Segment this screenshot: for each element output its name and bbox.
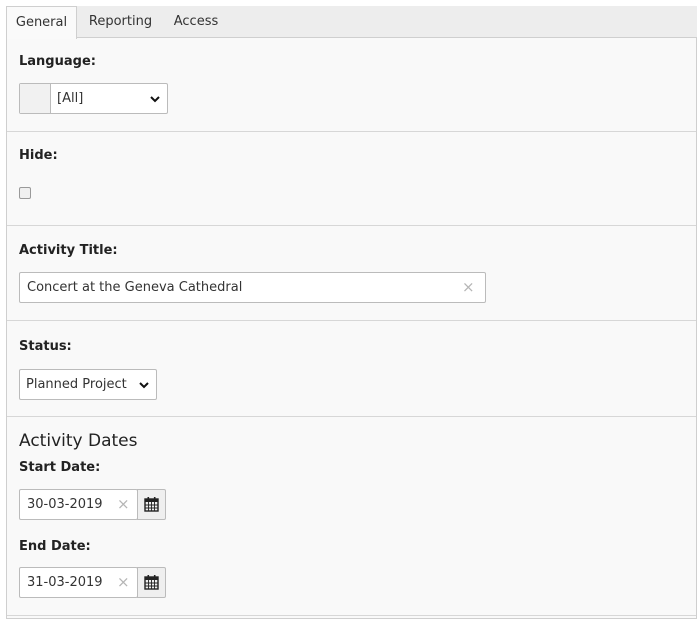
hide-checkbox[interactable] <box>19 187 31 199</box>
end-date-input[interactable]: 31-03-2019 × <box>19 567 138 598</box>
chevron-down-icon <box>150 96 160 103</box>
language-section: Language: [All] <box>7 38 696 132</box>
status-select-value: Planned Project <box>26 377 127 392</box>
end-date-label: End Date: <box>19 539 91 554</box>
start-date-calendar-button[interactable] <box>137 489 166 520</box>
clear-icon[interactable]: × <box>117 568 130 597</box>
status-section: Status: Planned Project <box>7 321 696 417</box>
tab-bar: General Reporting Access <box>6 6 697 39</box>
start-date-input[interactable]: 30-03-2019 × <box>19 489 138 520</box>
activity-dates-section: Activity Dates Start Date: 30-03-2019 × … <box>7 417 696 616</box>
start-date-value: 30-03-2019 <box>27 497 103 512</box>
activity-title-input[interactable]: Concert at the Geneva Cathedral × <box>19 272 486 303</box>
hide-label: Hide: <box>19 148 58 163</box>
end-date-value: 31-03-2019 <box>27 575 103 590</box>
calendar-icon <box>144 497 159 512</box>
activity-title-value: Concert at the Geneva Cathedral <box>27 280 243 295</box>
status-select[interactable]: Planned Project <box>19 369 157 400</box>
tab-panel-general: Language: [All] Hide: Activity Title: Co… <box>6 38 697 619</box>
activity-title-section: Activity Title: Concert at the Geneva Ca… <box>7 226 696 321</box>
chevron-down-icon <box>139 382 149 389</box>
status-label: Status: <box>19 339 72 354</box>
form-container: General Reporting Access Language: [All]… <box>6 6 697 619</box>
end-date-calendar-button[interactable] <box>137 567 166 598</box>
language-select[interactable]: [All] <box>19 83 168 114</box>
activity-dates-heading: Activity Dates <box>19 431 138 451</box>
language-select-value: [All] <box>57 91 84 106</box>
tab-reporting[interactable]: Reporting <box>79 6 162 38</box>
start-date-label: Start Date: <box>19 460 101 475</box>
language-label: Language: <box>19 54 96 69</box>
tab-access[interactable]: Access <box>164 6 228 38</box>
tab-general[interactable]: General <box>6 6 77 39</box>
activity-title-label: Activity Title: <box>19 243 118 258</box>
language-flag <box>20 84 51 113</box>
hide-section: Hide: <box>7 132 696 226</box>
clear-icon[interactable]: × <box>462 273 475 302</box>
clear-icon[interactable]: × <box>117 490 130 519</box>
calendar-icon <box>144 575 159 590</box>
